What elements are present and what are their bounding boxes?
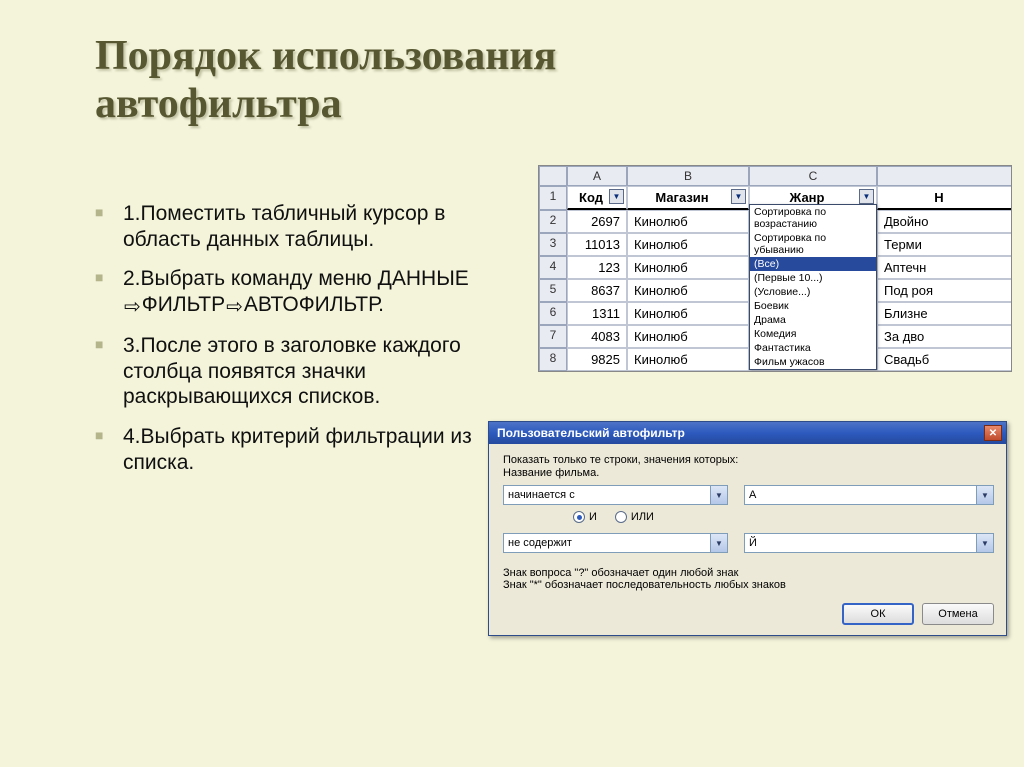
- cell[interactable]: Кинолюб: [627, 279, 749, 302]
- genre-filter-dropdown[interactable]: Сортировка по возрастанию Сортировка по …: [749, 204, 877, 370]
- col-header[interactable]: C: [749, 166, 877, 186]
- dropdown-option[interactable]: (Первые 10...): [750, 271, 876, 285]
- filter-dropdown-icon[interactable]: [859, 189, 874, 204]
- chevron-down-icon[interactable]: [976, 486, 993, 504]
- chevron-down-icon[interactable]: [710, 486, 727, 504]
- ok-button[interactable]: ОК: [842, 603, 914, 625]
- cell[interactable]: Близне: [877, 302, 1012, 325]
- cancel-button[interactable]: Отмена: [922, 603, 994, 625]
- dialog-titlebar[interactable]: Пользовательский автофильтр ✕: [489, 422, 1006, 444]
- radio-icon: [615, 511, 627, 523]
- cell[interactable]: Двойно: [877, 210, 1012, 233]
- chevron-down-icon[interactable]: [710, 534, 727, 552]
- header-title: Н: [877, 186, 1012, 210]
- row-header[interactable]: 6: [539, 302, 567, 325]
- col-header[interactable]: A: [567, 166, 627, 186]
- cell[interactable]: 1311: [567, 302, 627, 325]
- dropdown-option[interactable]: Боевик: [750, 299, 876, 313]
- row-header[interactable]: 7: [539, 325, 567, 348]
- row-header[interactable]: 5: [539, 279, 567, 302]
- cell[interactable]: Терми: [877, 233, 1012, 256]
- col-header[interactable]: [877, 166, 1012, 186]
- cell[interactable]: 9825: [567, 348, 627, 371]
- dropdown-option[interactable]: Сортировка по возрастанию: [750, 205, 876, 231]
- cell[interactable]: 123: [567, 256, 627, 279]
- cell[interactable]: Кинолюб: [627, 348, 749, 371]
- header-code: Код: [567, 186, 627, 210]
- cell[interactable]: 2697: [567, 210, 627, 233]
- condition2-operator[interactable]: не содержит: [503, 533, 728, 553]
- cell[interactable]: Аптечн: [877, 256, 1012, 279]
- condition2-value[interactable]: Й: [744, 533, 994, 553]
- header-shop: Магазин: [627, 186, 749, 210]
- hint-asterisk: Знак "*" обозначает последовательность л…: [503, 579, 994, 591]
- dropdown-option-all[interactable]: (Все): [750, 257, 876, 271]
- dropdown-option[interactable]: Фантастика: [750, 341, 876, 355]
- radio-icon: [573, 511, 585, 523]
- bullet-2: 2.Выбрать команду меню ДАННЫЕ⇨ФИЛЬТР⇨АВТ…: [95, 260, 475, 327]
- hint-question-mark: Знак вопроса "?" обозначает один любой з…: [503, 567, 994, 579]
- bullet-list: 1.Поместить табличный курсор в область д…: [95, 195, 475, 483]
- arrow-right-icon: ⇨: [226, 295, 243, 319]
- cell[interactable]: 4083: [567, 325, 627, 348]
- cell[interactable]: Кинолюб: [627, 325, 749, 348]
- cell[interactable]: Кинолюб: [627, 256, 749, 279]
- title-line-1: Порядок использования: [95, 33, 556, 79]
- cell[interactable]: Кинолюб: [627, 233, 749, 256]
- cell[interactable]: 11013: [567, 233, 627, 256]
- dropdown-option[interactable]: Сортировка по убыванию: [750, 231, 876, 257]
- bullet-3: 3.После этого в заголовке каждого столбц…: [95, 327, 475, 418]
- radio-and[interactable]: И: [573, 511, 597, 523]
- dropdown-option[interactable]: Фильм ужасов: [750, 355, 876, 369]
- excel-screenshot: A B C 1 Код Магазин Жанр Н 2 2697 Кинолю…: [538, 165, 1012, 372]
- row-header[interactable]: 1: [539, 186, 567, 210]
- bullet-1: 1.Поместить табличный курсор в область д…: [95, 195, 475, 260]
- row-header[interactable]: 4: [539, 256, 567, 279]
- close-icon[interactable]: ✕: [984, 425, 1002, 441]
- cell[interactable]: 8637: [567, 279, 627, 302]
- row-header[interactable]: 3: [539, 233, 567, 256]
- dialog-title: Пользовательский автофильтр: [497, 426, 685, 440]
- cell[interactable]: Кинолюб: [627, 302, 749, 325]
- chevron-down-icon[interactable]: [976, 534, 993, 552]
- corner-cell: [539, 166, 567, 186]
- custom-autofilter-dialog: Пользовательский автофильтр ✕ Показать т…: [488, 421, 1007, 636]
- dialog-field-name: Название фильма.: [503, 467, 994, 479]
- condition1-operator[interactable]: начинается с: [503, 485, 728, 505]
- filter-dropdown-icon[interactable]: [731, 189, 746, 204]
- cell[interactable]: За дво: [877, 325, 1012, 348]
- filter-dropdown-icon[interactable]: [609, 189, 624, 204]
- dropdown-option[interactable]: Комедия: [750, 327, 876, 341]
- arrow-right-icon: ⇨: [124, 295, 141, 319]
- radio-or[interactable]: ИЛИ: [615, 511, 654, 523]
- col-header[interactable]: B: [627, 166, 749, 186]
- row-header[interactable]: 2: [539, 210, 567, 233]
- title-line-2: автофильтра: [95, 81, 342, 127]
- dropdown-option[interactable]: (Условие...): [750, 285, 876, 299]
- bullet-4: 4.Выбрать критерий фильтрации из списка.: [95, 418, 475, 483]
- cell[interactable]: Кинолюб: [627, 210, 749, 233]
- row-header[interactable]: 8: [539, 348, 567, 371]
- dialog-instruction: Показать только те строки, значения кото…: [503, 454, 994, 466]
- slide-title: Порядок использования автофильтра: [0, 0, 1024, 129]
- condition1-value[interactable]: А: [744, 485, 994, 505]
- cell[interactable]: Свадьб: [877, 348, 1012, 371]
- cell[interactable]: Под роя: [877, 279, 1012, 302]
- dropdown-option[interactable]: Драма: [750, 313, 876, 327]
